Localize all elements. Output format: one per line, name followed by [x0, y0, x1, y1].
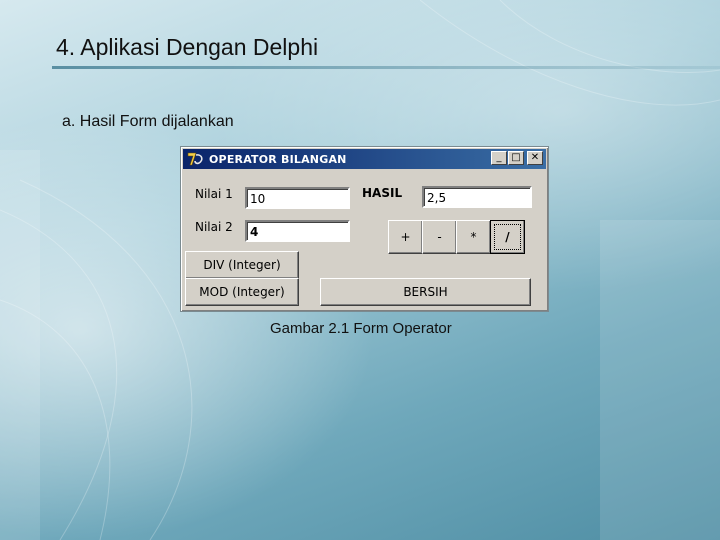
div-integer-button[interactable]: DIV (Integer) — [185, 251, 299, 279]
slide-title: 4. Aplikasi Dengan Delphi — [56, 34, 319, 60]
slide-subtitle: a. Hasil Form dijalankan — [62, 113, 234, 130]
minus-button[interactable]: - — [422, 220, 457, 254]
bersih-button[interactable]: BERSIH — [320, 278, 531, 306]
delphi-app-icon[interactable] — [187, 151, 205, 167]
nilai1-input[interactable]: 10 — [245, 187, 350, 209]
nilai2-input[interactable]: 4 — [245, 220, 350, 242]
mod-integer-button[interactable]: MOD (Integer) — [185, 278, 299, 306]
title-underline — [52, 66, 720, 69]
operator-window: OPERATOR BILANGAN _ □ ✕ Nilai 1 10 Nilai… — [180, 146, 549, 312]
maximize-button[interactable]: □ — [508, 151, 524, 165]
nilai1-label: Nilai 1 — [195, 187, 233, 201]
close-button[interactable]: ✕ — [527, 151, 543, 165]
hasil-label: HASIL — [362, 186, 403, 200]
window-titlebar[interactable]: OPERATOR BILANGAN _ □ ✕ — [183, 149, 546, 169]
titlebar-buttons: _ □ ✕ — [491, 151, 543, 165]
figure-caption: Gambar 2.1 Form Operator — [270, 320, 452, 337]
hasil-output[interactable]: 2,5 — [422, 186, 532, 208]
divide-button[interactable]: / — [490, 220, 525, 254]
window-title: OPERATOR BILANGAN — [209, 152, 347, 166]
minimize-button[interactable]: _ — [491, 151, 507, 165]
multiply-button[interactable]: * — [456, 220, 491, 254]
plus-button[interactable]: + — [388, 220, 423, 254]
nilai2-label: Nilai 2 — [195, 220, 233, 234]
